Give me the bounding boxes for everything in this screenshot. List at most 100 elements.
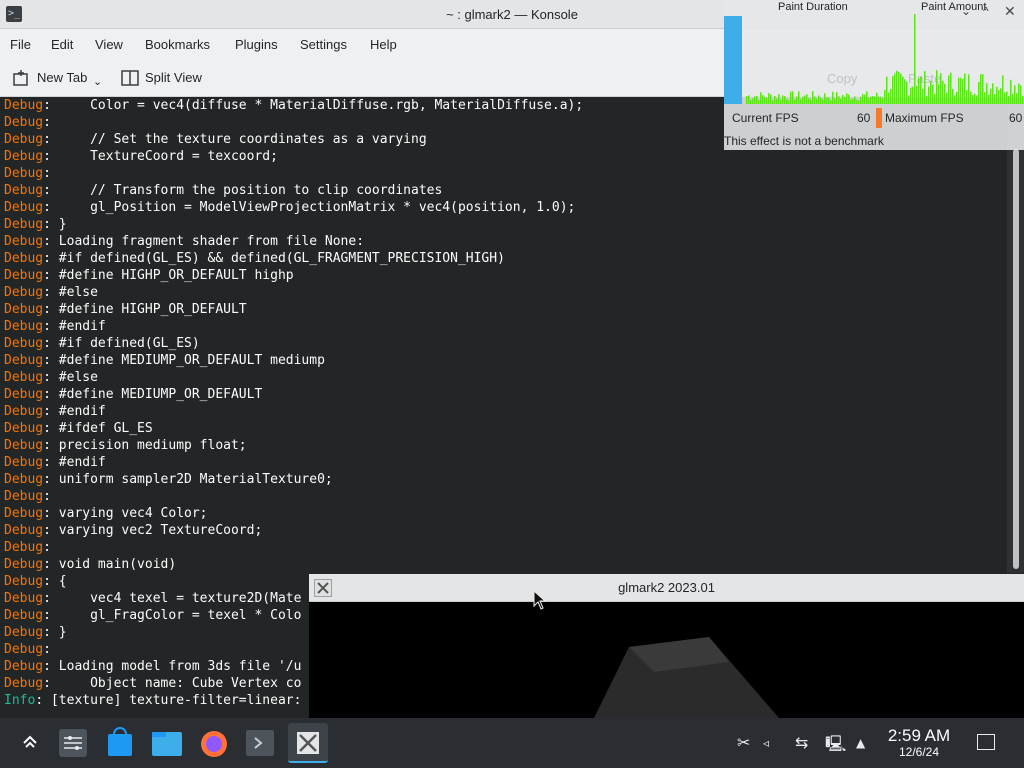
paint-amount-bar bbox=[840, 98, 842, 104]
paint-amount-bar bbox=[950, 72, 952, 104]
paint-amount-bar bbox=[900, 73, 902, 104]
paint-amount-bar bbox=[804, 95, 806, 104]
chevron-down-icon[interactable]: ⌄ bbox=[93, 75, 102, 88]
terminal-scrollbar[interactable] bbox=[1007, 97, 1024, 573]
log-level-tag: Debug bbox=[4, 319, 44, 334]
menu-edit[interactable]: Edit bbox=[51, 37, 73, 52]
log-separator: : bbox=[43, 234, 51, 249]
paint-amount-bar bbox=[812, 91, 814, 104]
log-text: // Set the texture coordinates as a vary… bbox=[50, 132, 427, 147]
terminal-line: Debug: precision mediump float; bbox=[4, 437, 247, 454]
log-level-tag: Debug bbox=[4, 166, 44, 181]
paint-amount-bar bbox=[1022, 95, 1024, 104]
paint-duration-label: Paint Duration bbox=[778, 1, 848, 13]
paint-amount-bar bbox=[800, 99, 802, 104]
show-desktop-icon[interactable] bbox=[977, 734, 995, 750]
terminal-line: Debug: } bbox=[4, 624, 67, 641]
glmark2-icon[interactable] bbox=[288, 723, 328, 763]
konsole-icon[interactable] bbox=[240, 723, 280, 763]
maximize-icon[interactable]: ^ bbox=[983, 4, 989, 18]
menu-help[interactable]: Help bbox=[370, 37, 397, 52]
paint-amount-bar bbox=[830, 100, 832, 104]
render-canvas[interactable] bbox=[309, 602, 1024, 718]
log-separator: : bbox=[43, 200, 51, 215]
terminal-line: Debug: Loading fragment shader from file… bbox=[4, 233, 364, 250]
paint-amount-bar bbox=[748, 95, 750, 104]
paint-amount-bar bbox=[794, 99, 796, 104]
paint-amount-bar bbox=[788, 100, 790, 104]
paint-amount-bar bbox=[1002, 75, 1004, 104]
log-separator: : bbox=[43, 608, 51, 623]
paint-amount-bar bbox=[924, 71, 926, 104]
menu-bookmarks[interactable]: Bookmarks bbox=[145, 37, 210, 52]
paint-amount-bar bbox=[878, 96, 880, 104]
terminal-line: Debug: TextureCoord = texcoord; bbox=[4, 148, 278, 165]
clock-time: 2:59 AM bbox=[887, 726, 951, 745]
minimize-icon[interactable]: ⌄ bbox=[961, 4, 971, 18]
log-separator: : bbox=[43, 268, 51, 283]
system-settings-icon[interactable] bbox=[53, 723, 93, 763]
paint-amount-bar bbox=[766, 98, 768, 104]
close-icon[interactable]: ✕ bbox=[1004, 3, 1016, 20]
log-text: Color = vec4(diffuse * MaterialDiffuse.r… bbox=[50, 98, 584, 113]
split-view-label: Split View bbox=[145, 70, 202, 85]
discover-icon[interactable] bbox=[100, 723, 140, 763]
dolphin-icon[interactable] bbox=[147, 723, 187, 763]
menu-view[interactable]: View bbox=[95, 37, 123, 52]
tray-expand-icon[interactable]: ▲ bbox=[856, 736, 865, 750]
fps-indicator-bar bbox=[876, 108, 882, 128]
terminal-line: Debug: #ifdef GL_ES bbox=[4, 420, 153, 437]
log-separator: : bbox=[43, 438, 51, 453]
log-level-tag: Debug bbox=[4, 98, 44, 113]
paint-amount-bar bbox=[816, 98, 818, 104]
paint-amount-bar bbox=[888, 92, 890, 104]
paint-amount-bar bbox=[746, 96, 748, 104]
screenshot-tool-icon[interactable]: ✂ bbox=[737, 733, 750, 752]
log-text: // Transform the position to clip coordi… bbox=[50, 183, 443, 198]
paint-amount-bar bbox=[920, 76, 922, 104]
paint-amount-bar bbox=[818, 95, 820, 104]
paint-amount-bar bbox=[824, 93, 826, 104]
log-separator: : bbox=[43, 336, 51, 351]
terminal-line: Debug: bbox=[4, 165, 51, 182]
network-icon[interactable]: 🖳 bbox=[825, 733, 846, 760]
log-level-tag: Debug bbox=[4, 506, 44, 521]
paint-amount-bar bbox=[908, 95, 910, 104]
log-level-tag: Debug bbox=[4, 404, 44, 419]
log-separator: : bbox=[43, 217, 51, 232]
benchmark-note: This effect is not a benchmark bbox=[724, 134, 884, 148]
log-separator: : bbox=[43, 183, 51, 198]
menu-plugins[interactable]: Plugins bbox=[235, 37, 278, 52]
log-text: void main(void) bbox=[50, 557, 177, 572]
menu-file[interactable]: File bbox=[10, 37, 31, 52]
volume-icon[interactable]: ◃ bbox=[763, 736, 769, 750]
paint-amount-bar bbox=[864, 94, 866, 104]
log-separator: : bbox=[43, 642, 51, 657]
log-level-tag: Debug bbox=[4, 336, 44, 351]
terminal-line: Debug: // Set the texture coordinates as… bbox=[4, 131, 427, 148]
paint-amount-bar bbox=[868, 97, 870, 104]
log-level-tag: Debug bbox=[4, 642, 44, 657]
scrollbar-thumb[interactable] bbox=[1013, 149, 1019, 569]
paint-amount-bar bbox=[802, 96, 804, 104]
firefox-icon[interactable] bbox=[194, 723, 234, 763]
log-level-tag: Debug bbox=[4, 523, 44, 538]
log-separator: : bbox=[43, 472, 51, 487]
terminal-line: Debug: #endif bbox=[4, 318, 106, 335]
paint-amount-bar bbox=[990, 88, 992, 104]
paint-amount-bar bbox=[956, 91, 958, 104]
paint-amount-bar bbox=[894, 73, 896, 104]
glmark2-titlebar[interactable]: glmark2 2023.01 bbox=[309, 574, 1024, 602]
paint-amount-bar bbox=[1004, 92, 1006, 104]
log-level-tag: Debug bbox=[4, 676, 44, 691]
paint-amount-bar bbox=[806, 94, 808, 104]
menu-settings[interactable]: Settings bbox=[300, 37, 347, 52]
log-level-tag: Debug bbox=[4, 200, 44, 215]
paint-amount-bar bbox=[758, 100, 760, 104]
application-launcher-icon[interactable] bbox=[10, 723, 50, 763]
paint-amount-bar bbox=[918, 78, 920, 104]
paint-amount-bar bbox=[902, 76, 904, 104]
paint-amount-bar bbox=[764, 96, 766, 104]
paint-amount-bar bbox=[822, 99, 824, 104]
kde-connect-icon[interactable]: ⇆ bbox=[795, 733, 808, 752]
